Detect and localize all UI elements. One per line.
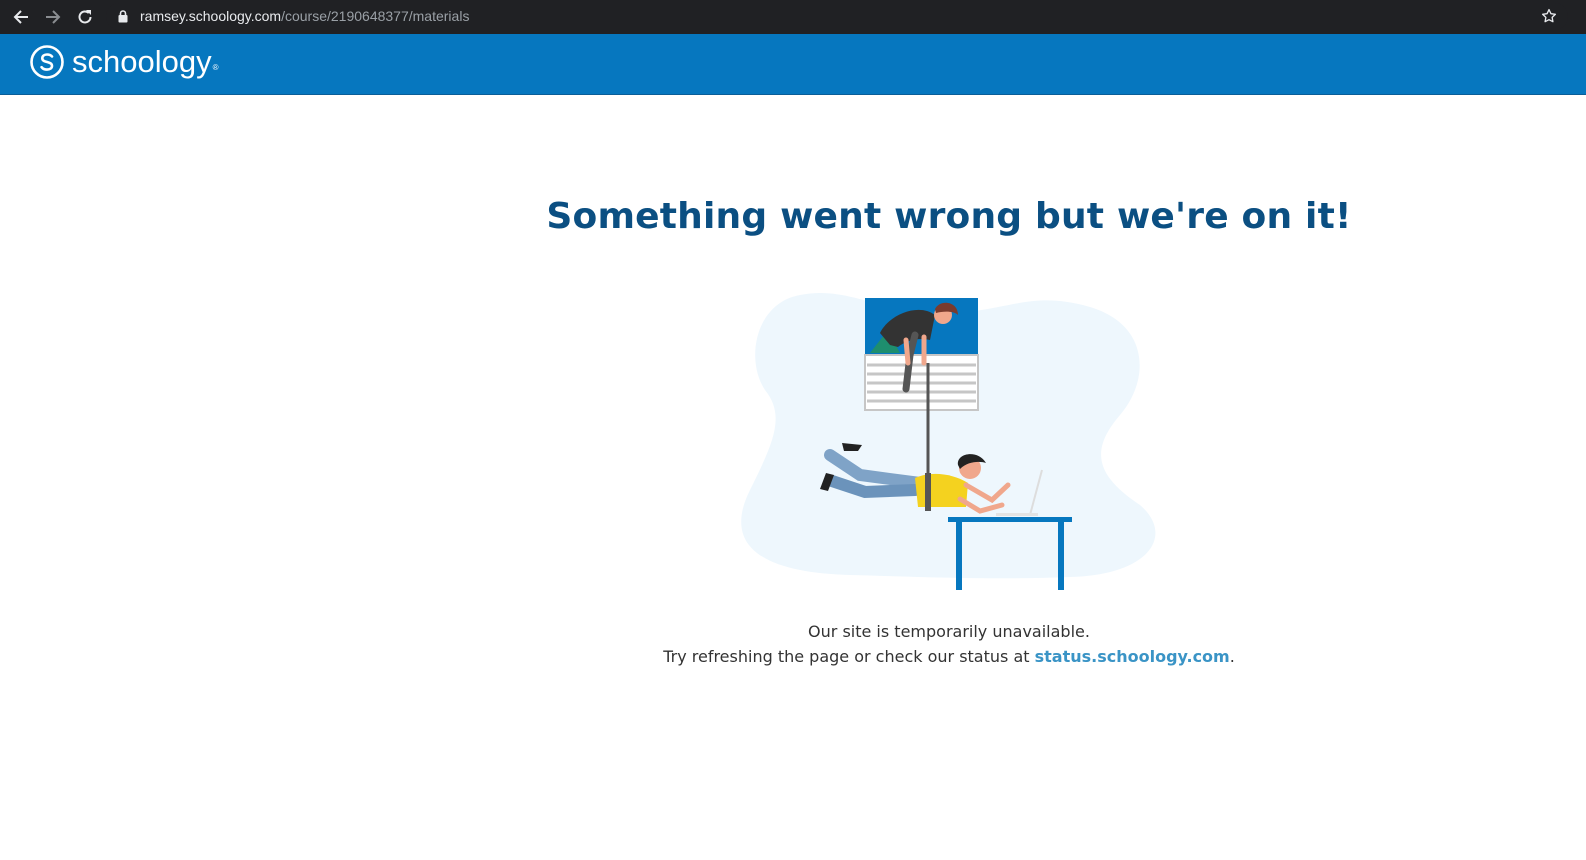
star-icon[interactable] <box>1540 7 1558 25</box>
window-figure <box>864 298 979 411</box>
message-line-1: Our site is temporarily unavailable. <box>808 622 1090 641</box>
url-host: ramsey.schoology.com <box>140 8 282 24</box>
lock-icon <box>118 10 128 23</box>
url-text: ramsey.schoology.com/course/2190648377/m… <box>140 8 469 24</box>
site-header: schoology® <box>0 34 1586 95</box>
logo-text: schoology <box>72 44 212 79</box>
message-line-2: Try refreshing the page or check our sta… <box>0 644 1586 669</box>
message-line-2-prefix: Try refreshing the page or check our sta… <box>663 647 1035 666</box>
registered-mark: ® <box>212 63 219 72</box>
browser-toolbar: ramsey.schoology.com/course/2190648377/m… <box>0 0 1586 34</box>
url-path: /course/2190648377/materials <box>281 8 470 24</box>
error-headline: Something went wrong but we're on it! <box>546 196 1352 237</box>
back-arrow-icon <box>13 10 28 24</box>
reload-button[interactable] <box>72 4 98 30</box>
message-line-2-suffix: . <box>1229 647 1235 666</box>
logo-wordmark: schoology® <box>72 44 219 80</box>
back-button[interactable] <box>8 4 34 30</box>
forward-button[interactable] <box>40 4 66 30</box>
error-message: Our site is temporarily unavailable. Try… <box>0 619 1586 669</box>
forward-arrow-icon <box>46 10 61 24</box>
error-illustration <box>741 292 1156 590</box>
address-bar[interactable]: ramsey.schoology.com/course/2190648377/m… <box>106 3 1568 30</box>
schoology-logo[interactable]: schoology® <box>30 44 219 80</box>
reload-icon <box>78 10 92 24</box>
schoology-s-icon <box>30 45 64 79</box>
status-link[interactable]: status.schoology.com <box>1035 647 1230 666</box>
